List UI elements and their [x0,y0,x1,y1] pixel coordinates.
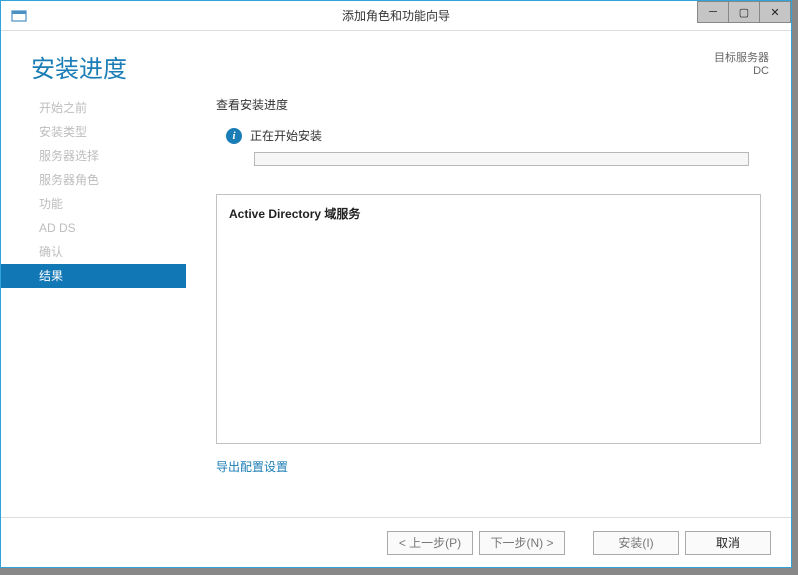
window-controls: ─ ▢ ✕ [698,1,791,23]
info-icon: i [226,128,242,144]
details-box: Active Directory 域服务 [216,194,761,444]
install-button: 安装(I) [593,531,679,555]
titlebar: 添加角色和功能向导 ─ ▢ ✕ [1,1,791,31]
sidebar-item-ad-ds: AD DS [1,216,186,240]
header: 安装进度 目标服务器 DC [1,31,791,90]
app-icon [7,4,31,28]
window-title: 添加角色和功能向导 [1,7,791,24]
target-server-value: DC [714,65,769,77]
sidebar-item-confirmation: 确认 [1,240,186,264]
export-config-link[interactable]: 导出配置设置 [216,458,288,475]
sidebar-item-features: 功能 [1,192,186,216]
sidebar-item-server-roles: 服务器角色 [1,168,186,192]
close-button[interactable]: ✕ [759,1,791,23]
target-server-label: 目标服务器 [714,49,769,65]
wizard-window: 添加角色和功能向导 ─ ▢ ✕ 安装进度 目标服务器 DC 开始之前 安装类型 … [0,0,792,568]
previous-button: < 上一步(P) [387,531,473,555]
sidebar-item-installation-type: 安装类型 [1,120,186,144]
main-panel: 查看安装进度 i 正在开始安装 Active Directory 域服务 导出配… [186,90,791,475]
status-text: 正在开始安装 [250,127,322,144]
wizard-steps-sidebar: 开始之前 安装类型 服务器选择 服务器角色 功能 AD DS 确认 结果 [1,90,186,475]
maximize-button[interactable]: ▢ [728,1,760,23]
minimize-button[interactable]: ─ [697,1,729,23]
progress-subtitle: 查看安装进度 [216,96,761,113]
status-row: i 正在开始安装 [226,127,761,144]
details-title: Active Directory 域服务 [229,205,748,222]
cancel-button[interactable]: 取消 [685,531,771,555]
button-bar: < 上一步(P) 下一步(N) > 安装(I) 取消 [1,517,791,567]
sidebar-item-server-selection: 服务器选择 [1,144,186,168]
sidebar-item-before-you-begin: 开始之前 [1,96,186,120]
page-title: 安装进度 [31,49,127,84]
next-button: 下一步(N) > [479,531,565,555]
progress-bar [254,152,749,166]
sidebar-item-results: 结果 [1,264,186,288]
target-server-block: 目标服务器 DC [714,49,769,77]
